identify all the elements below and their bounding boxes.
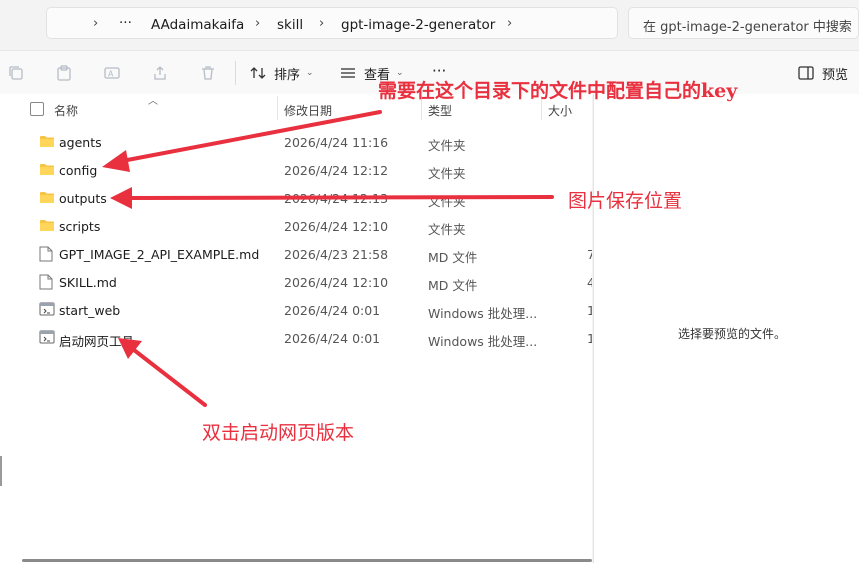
rename-icon[interactable]: A — [104, 65, 120, 81]
batch-file-icon — [39, 330, 55, 347]
file-date: 2026/4/24 12:10 — [284, 219, 389, 234]
batch-file-icon — [39, 302, 55, 319]
file-date: 2026/4/24 0:01 — [284, 331, 381, 346]
chevron-right-icon[interactable]: › — [319, 16, 324, 31]
table-row[interactable]: SKILL.md 2026/4/24 12:10 MD 文件 4 — [30, 268, 592, 296]
table-row[interactable]: start_web 2026/4/24 0:01 Windows 批处理... … — [30, 296, 592, 324]
copy-icon[interactable] — [8, 65, 24, 81]
breadcrumb-aadaimakaifa[interactable]: AAdaimakaifa — [151, 17, 244, 33]
vertical-scrollbar[interactable] — [0, 456, 2, 486]
preview-pane-icon — [798, 66, 814, 80]
file-type: 文件夹 — [428, 138, 466, 153]
file-size: 1 — [587, 331, 592, 346]
column-header-date[interactable]: 修改日期 — [284, 102, 332, 119]
file-type: MD 文件 — [428, 278, 478, 293]
chevron-right-icon[interactable]: › — [93, 16, 98, 31]
preview-label: 预览 — [822, 67, 849, 83]
sort-icon — [250, 66, 266, 80]
preview-pane: 选择要预览的文件。 — [593, 94, 859, 563]
file-name: config — [59, 163, 98, 178]
sort-ascending-icon: ︿ — [148, 96, 158, 107]
breadcrumb-skill[interactable]: skill — [277, 17, 303, 33]
table-row[interactable]: config 2026/4/24 12:12 文件夹 — [30, 156, 592, 184]
delete-icon[interactable] — [200, 65, 216, 81]
file-icon — [39, 274, 53, 293]
file-date: 2026/4/24 12:13 — [284, 191, 389, 206]
file-type: 文件夹 — [428, 194, 466, 209]
select-all-checkbox[interactable] — [30, 102, 44, 116]
chevron-right-icon[interactable]: › — [507, 16, 512, 31]
file-date: 2026/4/24 11:16 — [284, 135, 389, 150]
toolbar-divider — [235, 61, 236, 85]
folder-icon — [39, 162, 55, 179]
horizontal-scrollbar[interactable] — [22, 559, 592, 562]
preview-button[interactable]: 预览 — [798, 63, 848, 83]
column-header-type[interactable]: 类型 — [428, 102, 452, 119]
column-header-size[interactable]: 大小 — [548, 102, 572, 119]
svg-text:A: A — [108, 70, 114, 79]
paste-icon[interactable] — [56, 65, 72, 81]
file-type: Windows 批处理... — [428, 306, 538, 321]
file-name: SKILL.md — [59, 275, 117, 290]
folder-icon — [39, 218, 55, 235]
file-date: 2026/4/23 21:58 — [284, 247, 389, 262]
file-size: 4 — [587, 275, 592, 290]
sort-button[interactable]: 排序 ⌄ — [250, 63, 314, 83]
chevron-down-icon: ⌄ — [306, 68, 314, 78]
table-row[interactable]: GPT_IMAGE_2_API_EXAMPLE.md 2026/4/23 21:… — [30, 240, 592, 268]
file-date: 2026/4/24 12:10 — [284, 275, 389, 290]
file-size: 7 — [587, 247, 592, 262]
file-size: 1 — [587, 303, 592, 318]
file-name: agents — [59, 135, 102, 150]
annotation-launch-note: 双击启动网页版本 — [202, 422, 355, 444]
breadcrumb-gpt-image-2-generator[interactable]: gpt-image-2-generator — [341, 17, 495, 33]
file-date: 2026/4/24 0:01 — [284, 303, 381, 318]
table-row[interactable]: 启动网页工具 2026/4/24 0:01 Windows 批处理... 1 — [30, 324, 592, 352]
file-type: MD 文件 — [428, 250, 478, 265]
file-name: 启动网页工具 — [59, 334, 135, 349]
table-row[interactable]: outputs 2026/4/24 12:13 文件夹 — [30, 184, 592, 212]
sort-label: 排序 — [274, 67, 301, 83]
table-row[interactable]: agents 2026/4/24 11:16 文件夹 — [30, 128, 592, 156]
preview-empty-text: 选择要预览的文件。 — [678, 327, 787, 341]
column-header-name[interactable]: 名称 — [54, 102, 78, 119]
file-name: scripts — [59, 219, 101, 234]
address-bar[interactable]: › ··· AAdaimakaifa › skill › gpt-image-2… — [46, 7, 618, 39]
file-type: Windows 批处理... — [428, 334, 538, 349]
address-bar-row: › ··· AAdaimakaifa › skill › gpt-image-2… — [0, 0, 859, 50]
table-row[interactable]: scripts 2026/4/24 12:10 文件夹 — [30, 212, 592, 240]
share-icon[interactable] — [152, 65, 168, 81]
file-icon — [39, 246, 53, 265]
file-name: outputs — [59, 191, 107, 206]
file-type: 文件夹 — [428, 166, 466, 181]
file-name: start_web — [59, 303, 121, 318]
search-input[interactable]: 在 gpt-image-2-generator 中搜索 — [628, 7, 859, 39]
file-date: 2026/4/24 12:12 — [284, 163, 389, 178]
view-icon — [340, 67, 356, 79]
annotation-outputs-note: 图片保存位置 — [568, 190, 683, 212]
annotation-config-note: 需要在这个目录下的文件中配置自己的key — [378, 80, 738, 102]
folder-icon — [39, 190, 55, 207]
chevron-right-icon[interactable]: › — [255, 16, 260, 31]
breadcrumb-more[interactable]: ··· — [119, 15, 132, 31]
search-placeholder: 在 gpt-image-2-generator 中搜索 — [643, 20, 852, 35]
file-name: GPT_IMAGE_2_API_EXAMPLE.md — [59, 247, 260, 262]
column-divider[interactable] — [277, 96, 278, 120]
file-type: 文件夹 — [428, 222, 466, 237]
folder-icon — [39, 134, 55, 151]
file-list-pane: 名称 ︿ 修改日期 类型 大小 agents 2026/4/24 11:16 文… — [0, 94, 592, 563]
